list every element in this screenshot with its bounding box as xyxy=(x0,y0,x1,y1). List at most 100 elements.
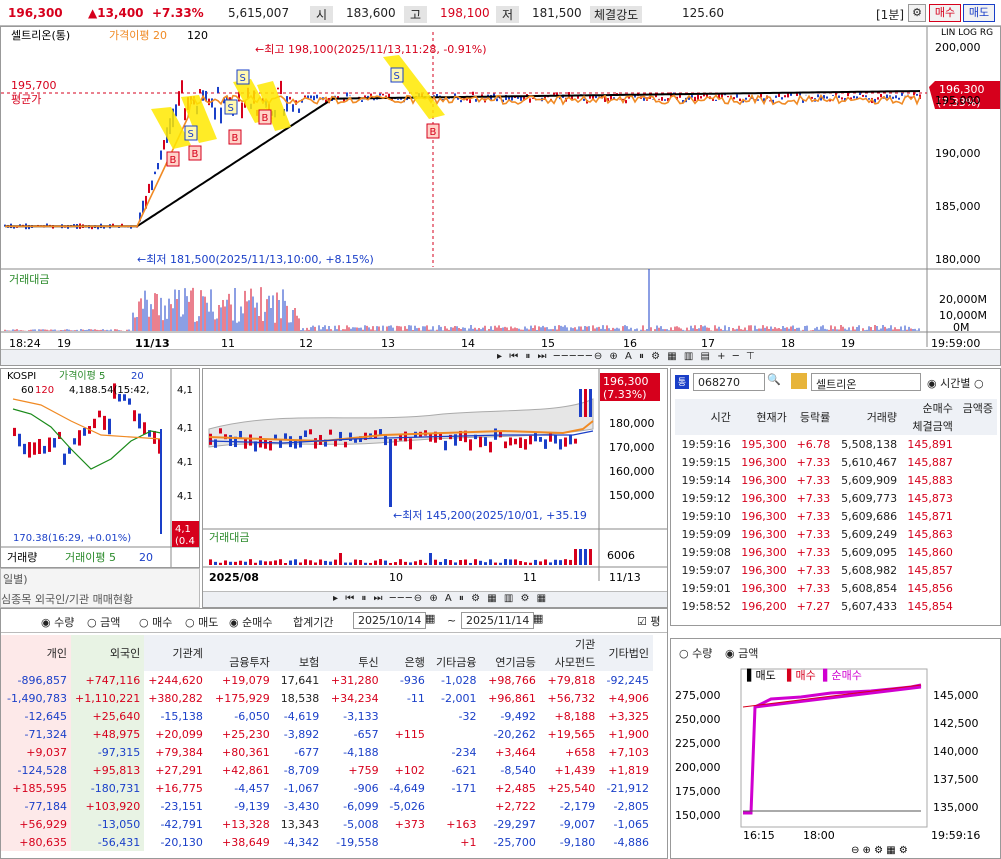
kospi-candle xyxy=(23,443,26,455)
table-row[interactable]: +9,037 -97,315 +79,384 +80,361 -677 -4,188 -23… xyxy=(1,743,653,761)
strength-value: 125.60 xyxy=(682,6,724,20)
interval-label[interactable]: [1분] xyxy=(876,6,904,23)
flow-opt-qty[interactable]: ○ 수량 xyxy=(679,645,712,661)
signal-marker[interactable]: S xyxy=(390,67,404,83)
col-header: 금융투자 xyxy=(206,653,274,671)
table-row[interactable]: +56,929 -13,050 -42,791 +13,328 13,343 -5,008… xyxy=(1,815,653,833)
avg-checkbox[interactable]: ☑ 평 xyxy=(637,613,660,629)
tab-daily[interactable]: 일별) xyxy=(3,571,28,587)
table-cell: +56,929 xyxy=(1,815,71,833)
stock-code-input[interactable]: 068270 xyxy=(693,373,765,391)
table-row[interactable]: 19:59:01 196,300 +7.33 5,608,854 145,856 xyxy=(675,579,997,597)
buy-button[interactable]: 매수 xyxy=(929,4,961,22)
sell-button[interactable]: 매도 xyxy=(963,4,995,22)
signal-marker[interactable]: S xyxy=(236,69,250,85)
table-row[interactable]: -896,857 +747,116 +244,620 +19,079 17,641 +31… xyxy=(1,671,653,689)
search-icon[interactable]: 🔍 xyxy=(767,373,781,386)
table-row[interactable]: -124,528 +95,813 +27,291 +42,861 -8,709 +759 +… xyxy=(1,761,653,779)
table-cell: +95,813 xyxy=(71,761,145,779)
table-cell: +103,920 xyxy=(71,797,145,815)
svg-text:B: B xyxy=(430,127,437,138)
open-price: 183,600 xyxy=(346,6,396,20)
table-row[interactable]: +185,595 -180,731 +16,775 -4,457 -1,067 -906-… xyxy=(1,779,653,797)
legend-ma20: 가격이평 20 xyxy=(109,29,167,42)
daily-vol-bar xyxy=(414,561,417,565)
table-cell: +80,361 xyxy=(222,745,270,759)
table-row[interactable]: 19:59:07 196,300 +7.33 5,608,982 145,857 xyxy=(675,561,997,579)
table-row[interactable]: 19:58:52 196,200 +7.27 5,607,433 145,854 xyxy=(675,597,997,615)
main-chart-toolbar[interactable]: ▸ ⏮ ⏸ ⏭ ─────⊖ ⊕ A ⏸ ⚙ ▦ ▥ ▤ + ─ ⊤ xyxy=(1,349,1000,365)
signal-marker[interactable]: B xyxy=(166,151,180,167)
kospi-candle xyxy=(78,430,81,446)
left-tab-area: 일별) 심종목 외국인/기관 매매현황 xyxy=(0,568,200,608)
daily-nav-icons[interactable]: ▸ ⏮ ⏸ ⏭ ───⊖ ⊕ A ⏸ ⚙ ▦ ▥ ⚙ ▦ xyxy=(333,593,548,604)
table-cell: -180,731 xyxy=(71,779,145,797)
table-row[interactable]: 19:59:14 196,300 +7.33 5,609,909 145,883 xyxy=(675,471,997,489)
date-to[interactable]: 2025/11/14 xyxy=(461,612,535,629)
table-row[interactable]: 19:59:08 196,300 +7.33 5,609,095 145,860 xyxy=(675,543,997,561)
svg-text:S: S xyxy=(240,73,246,84)
signal-marker[interactable]: B xyxy=(426,123,440,139)
flow-nav-icons[interactable]: ⊖ ⊕ ⚙ ▦ ⚙ xyxy=(851,845,908,856)
daily-vol-bar xyxy=(584,549,587,565)
table-cell: -906 xyxy=(353,781,379,795)
opt-qty[interactable]: ◉ 수량 xyxy=(41,614,74,630)
table-row[interactable]: 19:59:15 196,300 +7.33 5,610,467 145,887 xyxy=(675,453,997,471)
flow-opt-amount[interactable]: ◉ 금액 xyxy=(725,645,758,661)
opt-amount[interactable]: ○ 금액 xyxy=(87,614,120,630)
table-row[interactable]: 19:59:10 196,300 +7.33 5,609,686 145,871 xyxy=(675,507,997,525)
date-from[interactable]: 2025/10/14 xyxy=(353,612,427,629)
table-row[interactable]: -1,490,783 +1,110,221 +380,282 +175,929 18,5… xyxy=(1,689,653,707)
chart-scale-buttons[interactable]: LIN LOG RG xyxy=(941,28,993,38)
kospi-candle xyxy=(108,418,111,435)
daily-candle xyxy=(304,430,307,438)
daily-vol-bar xyxy=(354,559,357,565)
daily-chart-svg[interactable]: 180,000 170,000 160,000 150,000 196,300 … xyxy=(203,369,667,591)
signal-marker[interactable]: B xyxy=(228,129,242,145)
daily-volume-bars xyxy=(209,549,592,565)
signal-marker[interactable]: B xyxy=(258,109,272,125)
price-change-pct: +7.33% xyxy=(152,6,204,20)
table-row[interactable]: 19:59:16 195,300 +6.78 5,508,138 145,891 xyxy=(675,435,997,453)
flow-chart-svg[interactable]: ▌매도 ▌매수 ▌순매수 275,000 250,000 225,000 200,00… xyxy=(671,663,1000,859)
settings-gear-icon[interactable]: ⚙ xyxy=(908,4,926,22)
daily-vol-bar xyxy=(449,560,452,565)
signal-marker[interactable]: S xyxy=(184,125,198,141)
table-row[interactable]: 19:59:12 196,300 +7.33 5,609,773 145,873 xyxy=(675,489,997,507)
opt-net[interactable]: ◉ 순매수 xyxy=(229,614,272,630)
table-cell: 196,200 xyxy=(741,599,787,613)
table-row[interactable]: -71,324 +48,975 +20,099 +25,230 -3,892 -657 +1… xyxy=(1,725,653,743)
opt-sell[interactable]: ○ 매도 xyxy=(185,614,218,630)
flow-x-label: 19:59:16 xyxy=(931,829,980,842)
daily-chart-toolbar[interactable]: ▸ ⏮ ⏸ ⏭ ───⊖ ⊕ A ⏸ ⚙ ▦ ▥ ⚙ ▦ xyxy=(203,591,667,607)
calendar-icon[interactable]: ▦ xyxy=(533,612,543,625)
opt-buy[interactable]: ○ 매수 xyxy=(139,614,172,630)
chart-nav-icons[interactable]: ▸ ⏮ ⏸ ⏭ ─────⊖ ⊕ A ⏸ ⚙ ▦ ▥ ▤ + ─ ⊤ xyxy=(497,351,757,362)
table-cell: 145,871 xyxy=(907,509,953,523)
col-header: 보험 xyxy=(273,653,324,671)
stock-icon[interactable]: 통 xyxy=(675,375,689,389)
signal-marker[interactable]: S xyxy=(224,99,238,115)
price-change: ▲13,400 xyxy=(88,6,144,20)
signal-marker[interactable]: B xyxy=(188,145,202,161)
table-row[interactable]: -77,184 +103,920 -23,151 -9,139 -3,430 -6,099… xyxy=(1,797,653,815)
table-cell: +175,929 xyxy=(215,691,270,705)
daily-candle xyxy=(554,434,557,444)
table-row[interactable]: +80,635 -56,431 -20,130 +38,649 -4,342 -19,55… xyxy=(1,833,653,851)
daily-candle xyxy=(219,428,222,434)
mode-time[interactable]: ◉ 시간별 ○ xyxy=(927,375,984,391)
daily-candle xyxy=(544,439,547,449)
table-row[interactable]: 19:59:09 196,300 +7.33 5,609,249 145,863 xyxy=(675,525,997,543)
tab-foreign-institution[interactable]: 심종목 외국인/기관 매매현황 xyxy=(1,591,133,607)
table-row[interactable]: -12,645 +25,640 -15,138 -6,050 -4,619 -3,133 -… xyxy=(1,707,653,725)
table-cell: 5,609,909 xyxy=(841,473,898,487)
main-chart-svg[interactable]: SSSBBBBSB 셀트리온(통) 가격이평 20 120 ←최고 198,10… xyxy=(1,27,1000,365)
calendar-icon[interactable]: ▦ xyxy=(425,612,435,625)
svg-text:S: S xyxy=(394,71,400,82)
folder-icon[interactable] xyxy=(791,373,807,389)
period-label: 합계기간 xyxy=(293,616,334,629)
table-cell: -621 xyxy=(451,763,477,777)
kospi-chart-svg[interactable]: KOSPI 가격이평 5 20 60 120 4,188.54(15:42, 1… xyxy=(1,369,199,567)
kospi-y-tick: 4,1 xyxy=(177,423,193,434)
kospi-vol-label: 거래량 xyxy=(7,551,37,564)
